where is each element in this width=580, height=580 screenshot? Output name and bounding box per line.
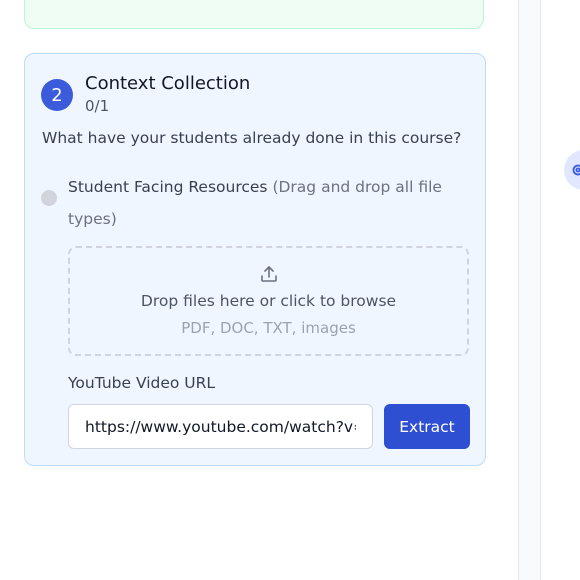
step-title: Context Collection [85,73,251,94]
resource-label: Student Facing Resources (Drag and drop … [68,171,458,235]
dropzone-text: Drop files here or click to browse [140,292,397,310]
step-question: What have your students already done in … [42,129,462,147]
resource-title: Student Facing Resources [68,178,268,196]
dropzone-file-types: PDF, DOC, TXT, images [181,319,356,337]
upload-icon [261,266,277,282]
side-panel [519,0,541,580]
step-progress-count: 0/1 [85,97,110,115]
previous-step-card [24,0,484,29]
file-dropzone[interactable]: Drop files here or click to browse PDF, … [68,246,469,356]
app-root: 2 Context Collection 0/1 What have your … [0,0,580,580]
settings-icon [572,164,580,176]
youtube-url-label: YouTube Video URL [68,374,216,392]
extract-button[interactable]: Extract [384,404,470,449]
youtube-url-input[interactable] [68,404,373,449]
step-number-badge: 2 [41,79,73,111]
step-card-context-collection: 2 Context Collection 0/1 What have your … [24,53,486,466]
resource-status-indicator [41,190,57,206]
side-panel-toggle-button[interactable] [564,150,580,190]
